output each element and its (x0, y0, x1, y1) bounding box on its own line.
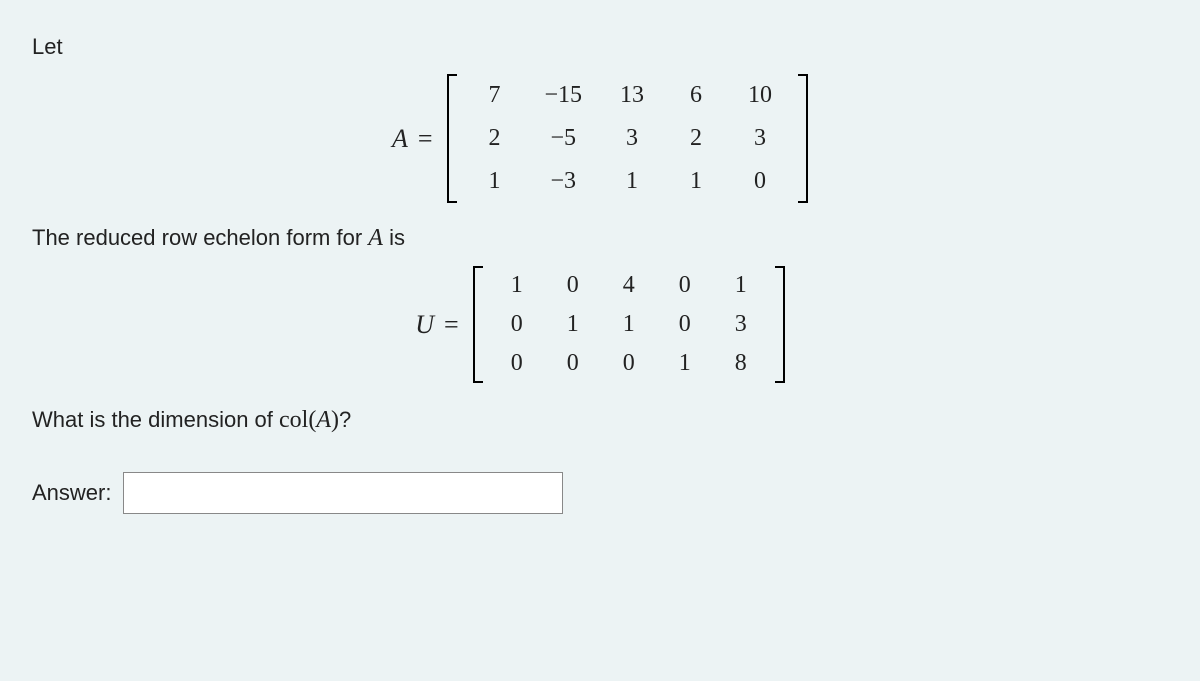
rref-prefix: The reduced row echelon form for (32, 225, 368, 250)
rref-var: A (368, 225, 383, 251)
equation-a: A = 7 −15 13 6 10 2 −5 3 2 3 (32, 74, 1168, 203)
matrix-cell: 1 (463, 160, 527, 203)
rref-text: The reduced row echelon form for A is (32, 225, 1168, 252)
matrix-cell: 1 (545, 305, 601, 344)
matrix-a-table: 7 −15 13 6 10 2 −5 3 2 3 1 −3 1 1 (463, 74, 793, 203)
matrix-cell: 7 (463, 74, 527, 117)
right-bracket-icon (798, 74, 808, 203)
rref-suffix: is (383, 225, 405, 250)
matrix-cell: 0 (728, 160, 792, 203)
matrix-u-label: U (415, 310, 434, 340)
answer-row: Answer: (32, 472, 1168, 514)
left-bracket-icon (447, 74, 457, 203)
matrix-cell: −15 (527, 74, 601, 117)
matrix-cell: 3 (713, 305, 769, 344)
question-text: What is the dimension of col(A)? (32, 407, 1168, 434)
equals-sign: = (418, 124, 433, 154)
matrix-cell: 1 (489, 266, 545, 305)
matrix-cell: 0 (545, 266, 601, 305)
matrix-cell: 1 (713, 266, 769, 305)
matrix-cell: 2 (463, 117, 527, 160)
question-suffix: ? (339, 407, 351, 432)
matrix-cell: 3 (728, 117, 792, 160)
matrix-cell: 1 (657, 344, 713, 383)
matrix-cell: −5 (527, 117, 601, 160)
answer-label: Answer: (32, 480, 111, 506)
matrix-cell: 0 (489, 305, 545, 344)
question-close: ) (331, 407, 339, 433)
matrix-u-table: 1 0 4 0 1 0 1 1 0 3 0 0 0 1 (489, 266, 769, 383)
matrix-cell: 10 (728, 74, 792, 117)
matrix-u: 1 0 4 0 1 0 1 1 0 3 0 0 0 1 (473, 266, 785, 383)
matrix-cell: 6 (664, 74, 728, 117)
question-var: A (316, 407, 331, 433)
matrix-cell: 1 (600, 160, 664, 203)
matrix-cell: 0 (657, 266, 713, 305)
matrix-cell: 1 (664, 160, 728, 203)
matrix-cell: −3 (527, 160, 601, 203)
matrix-cell: 0 (657, 305, 713, 344)
right-bracket-icon (775, 266, 785, 383)
matrix-cell: 0 (601, 344, 657, 383)
matrix-cell: 2 (664, 117, 728, 160)
equation-u: U = 1 0 4 0 1 0 1 1 0 3 (32, 266, 1168, 383)
intro-text: Let (32, 34, 1168, 60)
matrix-cell: 0 (545, 344, 601, 383)
question-func: col( (279, 407, 316, 433)
matrix-cell: 8 (713, 344, 769, 383)
matrix-cell: 13 (600, 74, 664, 117)
left-bracket-icon (473, 266, 483, 383)
question-prefix: What is the dimension of (32, 407, 279, 432)
matrix-cell: 1 (601, 305, 657, 344)
matrix-cell: 0 (489, 344, 545, 383)
matrix-a-label: A (392, 124, 408, 154)
matrix-cell: 4 (601, 266, 657, 305)
equals-sign: = (444, 310, 459, 340)
matrix-cell: 3 (600, 117, 664, 160)
question-container: Let A = 7 −15 13 6 10 2 −5 3 2 3 (0, 0, 1200, 542)
answer-input[interactable] (123, 472, 563, 514)
matrix-a: 7 −15 13 6 10 2 −5 3 2 3 1 −3 1 1 (447, 74, 809, 203)
